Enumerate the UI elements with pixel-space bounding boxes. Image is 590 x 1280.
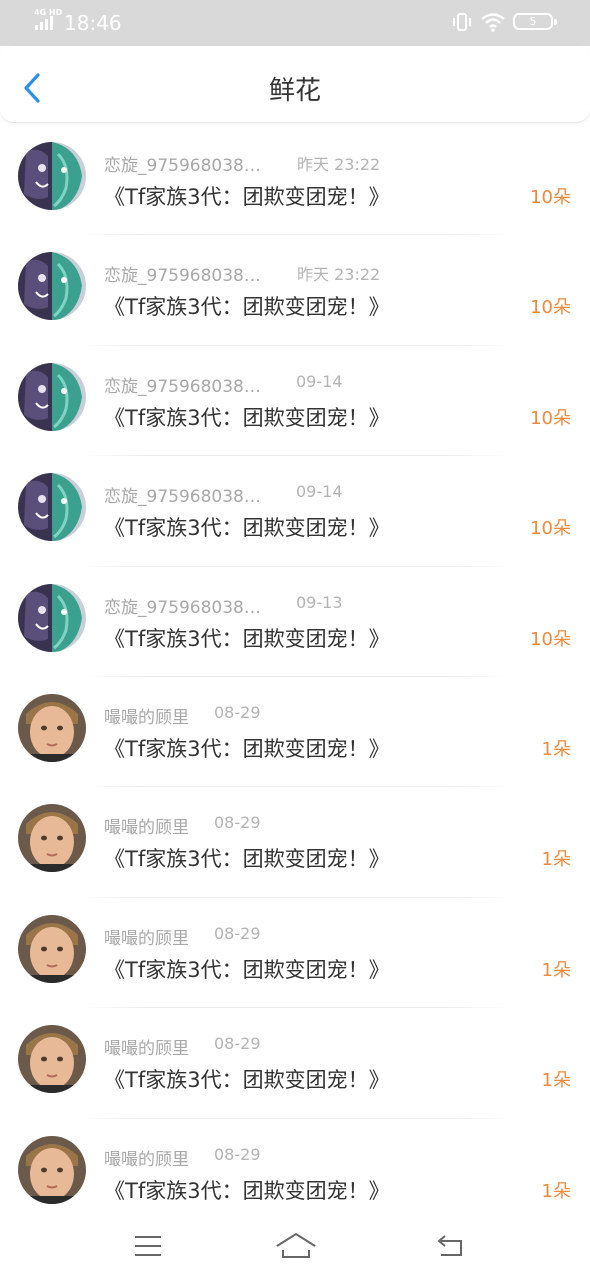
avatar[interactable]	[18, 914, 86, 983]
timestamp: 08-29	[214, 1034, 261, 1054]
timestamp: 09-14	[296, 371, 343, 391]
list-item[interactable]: 恋旋_975968038… 09-14 《Tf家族3代：团欺变团宠！》 10朵	[0, 346, 590, 457]
flower-count: 10朵	[530, 297, 571, 319]
avatar[interactable]	[18, 693, 86, 762]
sender-name: 恋旋_975968038…	[104, 597, 261, 618]
vibrate-icon	[453, 13, 471, 31]
flower-count: 10朵	[530, 407, 571, 429]
sender-name: 恋旋_975968038…	[104, 266, 261, 287]
sender-name: 恋旋_975968038…	[104, 487, 261, 508]
timestamp: 昨天 23:22	[297, 155, 381, 174]
avatar[interactable]	[18, 252, 86, 321]
flower-count: 10朵	[530, 518, 571, 540]
page-title: 鲜花	[268, 76, 321, 106]
timestamp: 08-29	[214, 1144, 261, 1164]
avatar[interactable]	[18, 583, 86, 652]
book-title: 《Tf家族3代：团欺变团宠！》	[104, 516, 390, 541]
list-item[interactable]: 嘬嘬的顾里 08-29 《Tf家族3代：团欺变团宠！》 1朵	[0, 787, 590, 898]
flower-count: 1朵	[541, 1070, 571, 1092]
list-item[interactable]: 嘬嘬的顾里 08-29 《Tf家族3代：团欺变团宠！》 1朵	[0, 1119, 590, 1229]
battery-icon: 5	[513, 13, 557, 30]
flower-count: 1朵	[541, 738, 571, 760]
avatar[interactable]	[18, 804, 86, 873]
timestamp: 08-29	[214, 923, 261, 943]
sender-name: 嘬嘬的顾里	[104, 818, 189, 839]
back-icon[interactable]	[435, 1233, 467, 1259]
sender-name: 嘬嘬的顾里	[104, 1149, 189, 1170]
list-item[interactable]: 恋旋_975968038… 昨天 23:22 《Tf家族3代：团欺变团宠！》 10朵	[0, 235, 590, 346]
flower-count: 1朵	[541, 849, 571, 871]
sender-name: 嘬嘬的顾里	[104, 1039, 189, 1060]
book-title: 《Tf家族3代：团欺变团宠！》	[104, 1178, 390, 1203]
list-item[interactable]: 恋旋_975968038… 09-13 《Tf家族3代：团欺变团宠！》 10朵	[0, 567, 590, 677]
flower-count: 1朵	[541, 1180, 571, 1202]
system-nav-bar	[0, 1215, 590, 1280]
book-title: 《Tf家族3代：团欺变团宠！》	[104, 295, 390, 320]
clock: 18:46	[64, 11, 122, 35]
book-title: 《Tf家族3代：团欺变团宠！》	[104, 626, 390, 651]
flower-count: 10朵	[530, 187, 571, 208]
timestamp: 08-29	[214, 702, 261, 722]
home-icon[interactable]	[275, 1231, 317, 1261]
avatar[interactable]	[18, 1025, 86, 1094]
menu-icon[interactable]	[133, 1233, 163, 1259]
avatar[interactable]	[18, 473, 86, 542]
book-title: 《Tf家族3代：团欺变团宠！》	[104, 185, 390, 209]
signal-icon	[35, 16, 53, 30]
book-title: 《Tf家族3代：团欺变团宠！》	[104, 1068, 390, 1093]
timestamp: 09-13	[296, 592, 343, 612]
list-item[interactable]: 嘬嘬的顾里 08-29 《Tf家族3代：团欺变团宠！》 1朵	[0, 677, 590, 788]
book-title: 《Tf家族3代：团欺变团宠！》	[104, 405, 390, 430]
avatar[interactable]	[18, 1135, 86, 1204]
timestamp: 昨天 23:22	[297, 265, 381, 285]
avatar[interactable]	[18, 142, 86, 210]
flower-count: 10朵	[530, 628, 571, 650]
status-bar: 4G HD 18:46 5	[0, 0, 590, 46]
battery-level: 5	[529, 15, 537, 28]
list-item[interactable]: 恋旋_975968038… 昨天 23:22 《Tf家族3代：团欺变团宠！》 10朵	[0, 125, 590, 236]
book-title: 《Tf家族3代：团欺变团宠！》	[104, 957, 390, 982]
list-item[interactable]: 恋旋_975968038… 09-14 《Tf家族3代：团欺变团宠！》 10朵	[0, 456, 590, 567]
timestamp: 08-29	[214, 813, 261, 833]
flower-count: 1朵	[541, 959, 571, 981]
book-title: 《Tf家族3代：团欺变团宠！》	[104, 736, 390, 761]
sender-name: 嘬嘬的顾里	[104, 928, 189, 949]
timestamp: 09-14	[296, 482, 343, 502]
list-item[interactable]: 嘬嘬的顾里 08-29 《Tf家族3代：团欺变团宠！》 1朵	[0, 898, 590, 1009]
app-header: 鲜花	[0, 46, 590, 123]
flower-list: 恋旋_975968038… 昨天 23:22 《Tf家族3代：团欺变团宠！》 10朵恋…	[0, 125, 590, 1229]
book-title: 《Tf家族3代：团欺变团宠！》	[104, 847, 390, 872]
sender-name: 恋旋_975968038…	[104, 376, 261, 397]
avatar[interactable]	[18, 362, 86, 431]
sender-name: 恋旋_975968038…	[104, 156, 261, 176]
wifi-icon	[481, 13, 505, 32]
list-item[interactable]: 嘬嘬的顾里 08-29 《Tf家族3代：团欺变团宠！》 1朵	[0, 1008, 590, 1119]
sender-name: 嘬嘬的顾里	[104, 707, 189, 728]
